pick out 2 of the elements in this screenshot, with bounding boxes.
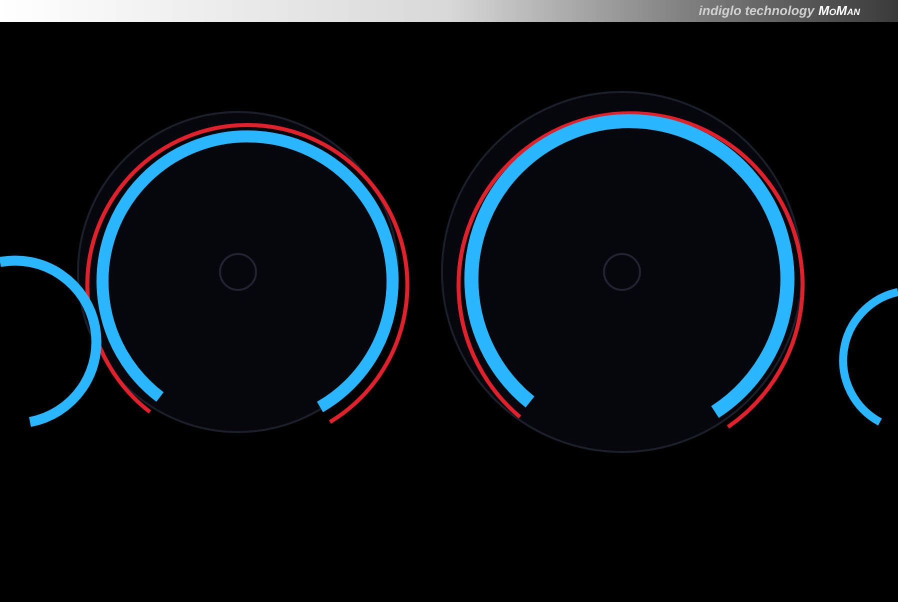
brand-logo: MoMan [818,2,860,20]
tagline: indiglo technology [698,2,814,20]
